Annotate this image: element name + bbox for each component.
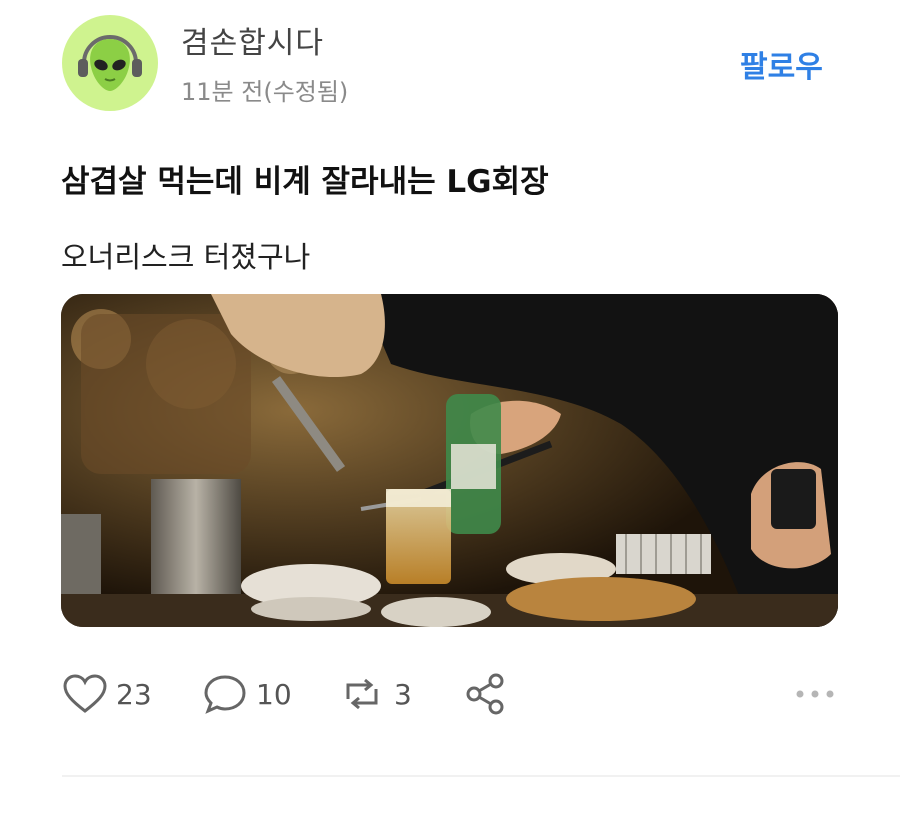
post-actions: 23 10 3 [62, 668, 842, 720]
post-image[interactable] [61, 294, 838, 627]
repost-button[interactable]: 3 [338, 668, 412, 720]
repost-count: 3 [394, 677, 412, 711]
author-name[interactable]: 겸손합시다 [181, 18, 324, 62]
more-dots-icon [796, 690, 834, 698]
like-button[interactable]: 23 [62, 668, 152, 720]
comment-bubble-icon [204, 675, 246, 714]
heart-icon [63, 674, 107, 713]
comment-count: 10 [256, 677, 292, 711]
post-timestamp: 11분 전(수정됨) [181, 78, 349, 106]
like-count: 23 [116, 677, 152, 711]
repost-icon [346, 678, 378, 710]
follow-button[interactable]: 팔로우 [740, 42, 823, 86]
post-title: 삼겹살 먹는데 비계 잘라내는 LG회장 [61, 164, 549, 200]
share-icon [466, 673, 504, 715]
share-button[interactable] [462, 668, 508, 720]
more-options-button[interactable] [794, 668, 836, 720]
post-body-text: 오너리스크 터졌구나 [61, 240, 311, 274]
alien-headphones-avatar-icon [78, 35, 142, 91]
author-avatar[interactable] [62, 15, 158, 111]
post-divider [62, 775, 900, 777]
comment-button[interactable]: 10 [202, 668, 292, 720]
